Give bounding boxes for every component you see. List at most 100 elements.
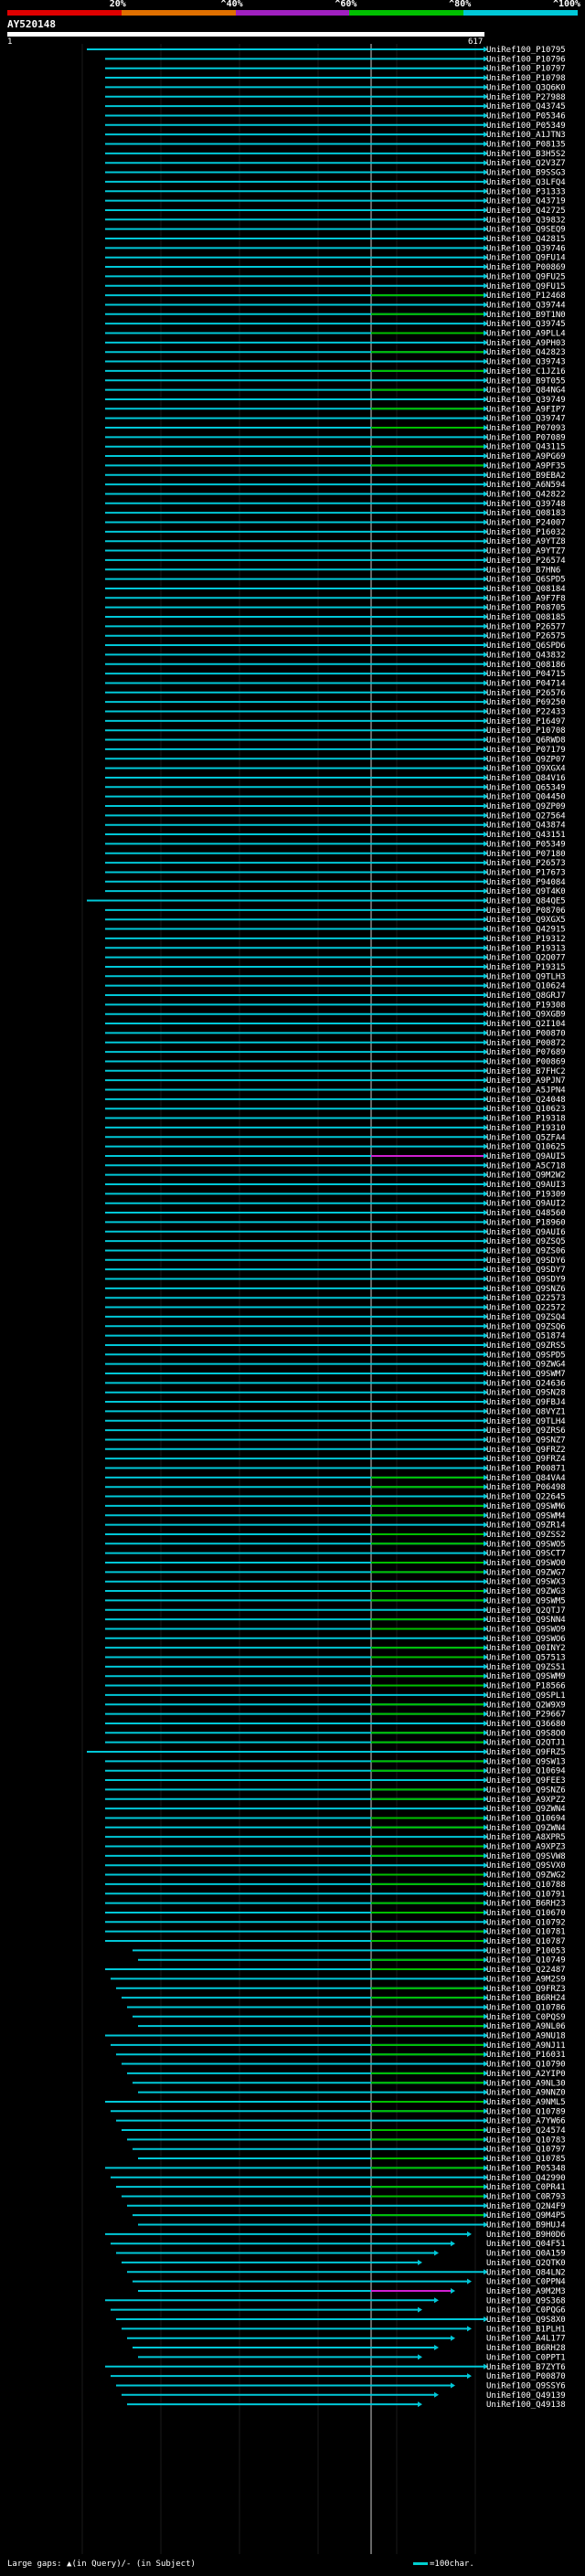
hit-label: UniRef100_Q9S8X0 — [486, 2316, 566, 2325]
hit-label: UniRef100_Q22572 — [486, 1304, 566, 1313]
hit-label: UniRef100_P04714 — [486, 679, 566, 688]
hit-label: UniRef100_P16497 — [486, 717, 566, 726]
hit-label: UniRef100_Q9ZP07 — [486, 755, 566, 764]
hit-arrow — [467, 2231, 472, 2237]
hit-label: UniRef100_Q9SSY6 — [486, 2381, 566, 2390]
hit-label: UniRef100_Q48560 — [486, 1209, 566, 1218]
hit-label: UniRef100_Q9ZWG4 — [486, 1361, 566, 1370]
hit-label: UniRef100_Q39748 — [486, 500, 566, 509]
hit-label: UniRef100_Q9ZS51 — [486, 1663, 566, 1672]
hit-label: UniRef100_P00870 — [486, 1029, 566, 1038]
hit-label: UniRef100_P19318 — [486, 1115, 566, 1124]
scale-swatch — [413, 2562, 428, 2565]
hit-label: UniRef100_P26574 — [486, 557, 566, 566]
hit-label: UniRef100_Q84V16 — [486, 774, 566, 783]
hit-label: UniRef100_A9NL06 — [486, 2022, 566, 2031]
hit-label: UniRef100_A9NL30 — [486, 2079, 566, 2088]
hit-label: UniRef100_Q9SWM6 — [486, 1502, 566, 1511]
hit-label: UniRef100_Q27564 — [486, 811, 566, 821]
hit-label: UniRef100_A9PG69 — [486, 452, 566, 461]
hit-label: UniRef100_Q9SWO9 — [486, 1625, 566, 1634]
hit-label: UniRef100_B1PLH1 — [486, 2325, 566, 2334]
hit-label: UniRef100_A9PH03 — [486, 339, 566, 348]
hit-label: UniRef100_B7FHC2 — [486, 1067, 566, 1076]
hit-label: UniRef100_Q57513 — [486, 1654, 566, 1663]
hit-label: UniRef100_Q08184 — [486, 585, 566, 594]
hit-label: UniRef100_Q9ZWN4 — [486, 1805, 566, 1814]
scale-label: =100char. — [430, 2560, 474, 2569]
hit-label: UniRef100_A9NML5 — [486, 2098, 566, 2107]
hit-label: UniRef100_Q9AUI3 — [486, 1181, 566, 1190]
hit-label: UniRef100_Q9FRZ4 — [486, 1455, 566, 1464]
hit-label: UniRef100_P05346 — [486, 111, 566, 121]
hit-label: UniRef100_Q3Q6K0 — [486, 83, 566, 92]
hit-label: UniRef100_A9NNZ0 — [486, 2089, 566, 2098]
hit-arrow — [451, 2287, 455, 2294]
hit-label: UniRef100_Q2Q077 — [486, 954, 566, 963]
hit-label: UniRef100_C0PPN4 — [486, 2278, 566, 2287]
hit-label: UniRef100_Q04450 — [486, 793, 566, 802]
hit-label: UniRef100_Q9SDY9 — [486, 1276, 566, 1285]
hit-label: UniRef100_Q9SNN4 — [486, 1616, 566, 1625]
hit-label: UniRef100_Q10788 — [486, 1881, 566, 1890]
hit-label: UniRef100_C1JZ16 — [486, 367, 566, 376]
hit-label: UniRef100_P19312 — [486, 935, 566, 944]
hit-label: UniRef100_Q36680 — [486, 1720, 566, 1729]
footer-scale-legend: =100char. — [413, 2559, 474, 2570]
hit-label: UniRef100_Q42990 — [486, 2174, 566, 2183]
hit-label: UniRef100_B3H5S2 — [486, 150, 566, 159]
hit-label: UniRef100_B9T055 — [486, 376, 566, 386]
hit-label: UniRef100_Q9SWM5 — [486, 1596, 566, 1606]
hit-label: UniRef100_Q9XGX5 — [486, 916, 566, 925]
hit-label: UniRef100_Q9M2W2 — [486, 1171, 566, 1181]
hit-label: UniRef100_Q10749 — [486, 1956, 566, 1966]
hit-label: UniRef100_Q9ZWN4 — [486, 1824, 566, 1833]
hit-label: UniRef100_Q10789 — [486, 2107, 566, 2116]
hit-label: UniRef100_P19308 — [486, 1001, 566, 1010]
hit-label: UniRef100_Q9AUI6 — [486, 1228, 566, 1237]
hit-label: UniRef100_Q43151 — [486, 831, 566, 840]
hit-label: UniRef100_Q08185 — [486, 613, 566, 622]
hit-label: UniRef100_P17673 — [486, 868, 566, 877]
hit-label: UniRef100_Q8VYZ1 — [486, 1407, 566, 1416]
hit-label: UniRef100_P19309 — [486, 1190, 566, 1199]
hit-label: UniRef100_P07179 — [486, 746, 566, 755]
hit-label: UniRef100_P00870 — [486, 2372, 566, 2381]
hit-label: UniRef100_Q2W9X9 — [486, 1701, 566, 1710]
hit-label: UniRef100_Q9AUI5 — [486, 1152, 566, 1161]
hit-label: UniRef100_Q9SWX3 — [486, 1578, 566, 1587]
hit-label: UniRef100_Q9ZWG7 — [486, 1568, 566, 1577]
hit-label: UniRef100_A9XPZ2 — [486, 1796, 566, 1805]
hit-label: UniRef100_P07180 — [486, 850, 566, 859]
hit-label: UniRef100_Q9FRZ2 — [486, 1446, 566, 1455]
hit-label: UniRef100_Q2I104 — [486, 1020, 566, 1029]
hit-label: UniRef100_Q10694 — [486, 1814, 566, 1823]
hit-arrow — [434, 2250, 439, 2256]
hit-arrow — [467, 2326, 472, 2332]
hit-label: UniRef100_P26577 — [486, 622, 566, 631]
hit-label: UniRef100_Q42822 — [486, 490, 566, 499]
hit-label: UniRef100_Q9SNZ6 — [486, 1786, 566, 1795]
hit-label: UniRef100_Q9ZSQ6 — [486, 1322, 566, 1331]
hit-label: UniRef100_P08706 — [486, 906, 566, 916]
hit-label: UniRef100_P26573 — [486, 859, 566, 868]
hit-label: UniRef100_P10797 — [486, 65, 566, 74]
hit-label: UniRef100_Q10797 — [486, 2146, 566, 2155]
hit-label: UniRef100_Q10670 — [486, 1909, 566, 1918]
hit-label: UniRef100_Q08183 — [486, 509, 566, 518]
hit-arrow — [434, 2345, 439, 2351]
hit-label: UniRef100_P10796 — [486, 55, 566, 64]
hit-label: UniRef100_Q9FRZ5 — [486, 1748, 566, 1757]
hit-label: UniRef100_Q9FU14 — [486, 254, 566, 263]
hit-label: UniRef100_Q9ZWG2 — [486, 1871, 566, 1881]
hit-label: UniRef100_P07089 — [486, 433, 566, 442]
hit-label: UniRef100_Q9TLH4 — [486, 1417, 566, 1426]
hit-label: UniRef100_A9NJ11 — [486, 2041, 566, 2051]
hit-label: UniRef100_Q84LN2 — [486, 2268, 566, 2277]
hit-label: UniRef100_Q10623 — [486, 1105, 566, 1114]
hit-label: UniRef100_Q9SPD5 — [486, 1351, 566, 1360]
hit-arrow — [418, 2306, 422, 2313]
hit-label: UniRef100_Q42815 — [486, 235, 566, 244]
hit-label: UniRef100_Q39746 — [486, 244, 566, 253]
hit-label: UniRef100_P27988 — [486, 93, 566, 102]
